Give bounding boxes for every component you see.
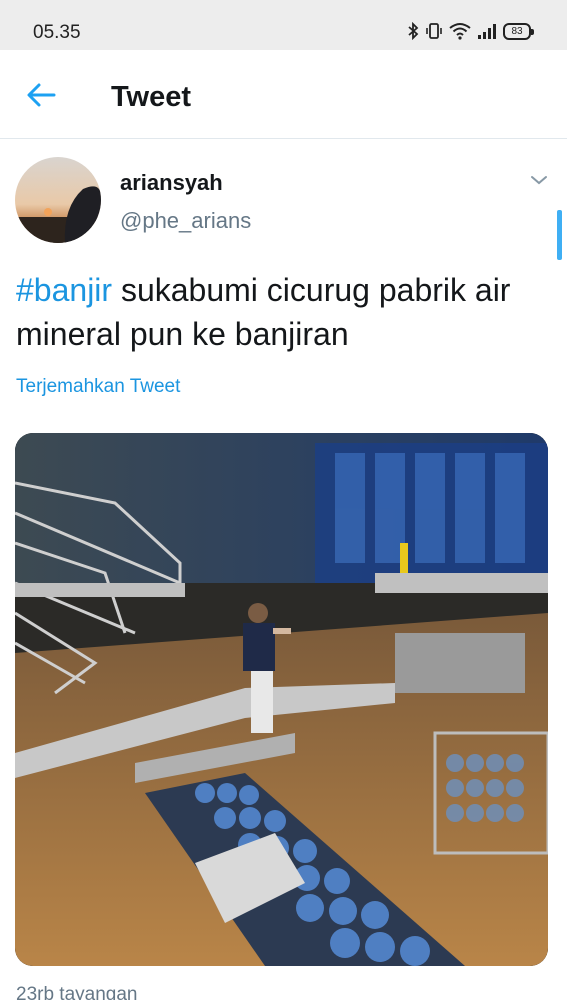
- status-icons: 83: [407, 20, 534, 42]
- view-count: 23rb tayangan: [16, 984, 138, 1000]
- battery-icon: 83: [503, 22, 534, 40]
- status-time: 05.35: [33, 22, 81, 43]
- author-handle[interactable]: @phe_arians: [120, 208, 251, 234]
- wifi-icon: [449, 23, 471, 40]
- page-title: Tweet: [111, 81, 192, 113]
- translate-link[interactable]: Terjemahkan Tweet: [16, 376, 180, 398]
- status-bar: 05.35 83: [0, 0, 567, 50]
- tweet-text: #banjir sukabumi cicurug pabrik air mine…: [16, 268, 546, 356]
- tweet-media-video[interactable]: [15, 433, 548, 966]
- avatar[interactable]: [15, 157, 101, 243]
- app-bar: Tweet: [0, 50, 567, 139]
- scroll-indicator[interactable]: [557, 210, 562, 260]
- chevron-down-icon[interactable]: [529, 173, 549, 187]
- vibrate-icon: [426, 23, 442, 39]
- arrow-left-icon[interactable]: [26, 82, 56, 108]
- author-name[interactable]: ariansyah: [120, 170, 223, 196]
- hashtag-link[interactable]: #banjir: [16, 272, 112, 308]
- signal-icon: [478, 24, 496, 39]
- bluetooth-icon: [408, 22, 419, 40]
